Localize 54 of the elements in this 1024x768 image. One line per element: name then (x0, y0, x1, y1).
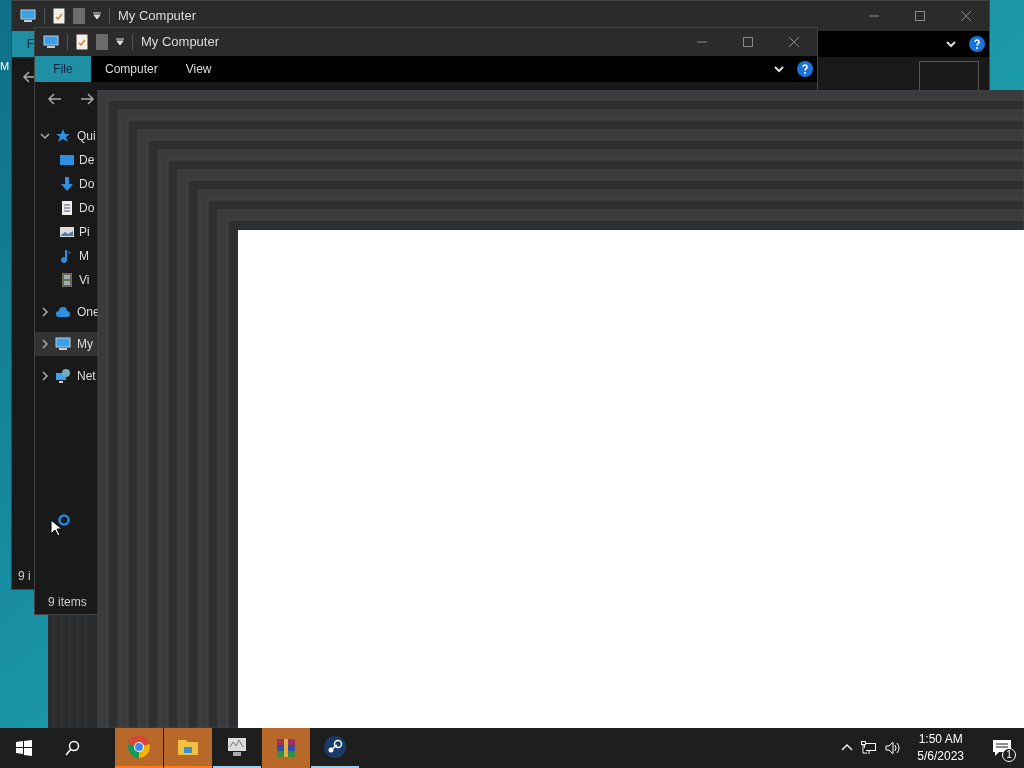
nav-item[interactable]: My (35, 332, 99, 356)
chevron-right-icon[interactable] (39, 338, 51, 350)
down-arrow-icon (59, 176, 75, 192)
back-arrow-icon[interactable] (47, 91, 63, 107)
help-icon[interactable] (969, 36, 985, 52)
ribbon-tab[interactable]: View (171, 56, 226, 82)
help-icon[interactable] (797, 61, 813, 77)
document-icon (59, 200, 75, 216)
checklist-icon[interactable] (76, 34, 88, 50)
nav-item[interactable]: Do (35, 196, 99, 220)
chevron-down-icon[interactable] (945, 38, 957, 50)
nav-item[interactable]: Vi (35, 268, 99, 292)
forward-arrow-icon[interactable] (79, 91, 95, 107)
windows-logo-icon[interactable] (16, 740, 32, 756)
chevron-down-icon[interactable] (39, 130, 51, 142)
speaker-icon[interactable] (885, 740, 902, 756)
window-title: My Computer (118, 7, 197, 26)
computer-icon (43, 34, 59, 50)
notification-count: 1 (1002, 748, 1016, 762)
chrome-icon (127, 735, 151, 759)
chevron-down-icon[interactable] (773, 63, 785, 75)
nav-item[interactable]: Do (35, 172, 99, 196)
checklist-icon[interactable] (53, 8, 65, 24)
chevron-right-icon[interactable] (39, 370, 51, 382)
steam-icon (323, 735, 347, 759)
computer-icon (20, 8, 36, 24)
status-text: 9 items (48, 594, 87, 611)
search-icon[interactable] (64, 740, 80, 756)
nav-item[interactable]: Pi (35, 220, 99, 244)
dropdown-icon[interactable] (116, 38, 124, 46)
network-icon[interactable] (861, 740, 878, 756)
nav-item[interactable]: Net (35, 364, 99, 388)
busy-cursor-icon (49, 514, 73, 538)
nav-item[interactable]: M (35, 244, 99, 268)
monitor-icon (225, 735, 249, 759)
nav-item[interactable]: De (35, 148, 99, 172)
desktop-icon-label: M (0, 59, 10, 74)
chevron-right-icon[interactable] (39, 306, 51, 318)
status-text: 9 i (18, 568, 31, 585)
ribbon-tab[interactable]: Computer (91, 56, 172, 82)
star-icon (55, 128, 71, 144)
monitor-icon (59, 152, 75, 168)
window-title: My Computer (141, 33, 220, 52)
dropdown-icon[interactable] (93, 12, 101, 20)
computer-icon (55, 336, 71, 352)
nav-item[interactable]: Qui (35, 124, 99, 148)
ribbon-tab[interactable]: File (35, 56, 91, 82)
network-icon (55, 368, 71, 384)
archive-icon (274, 736, 298, 760)
address-field[interactable] (919, 61, 979, 91)
clock[interactable]: 1:50 AM 5/6/2023 (909, 731, 972, 765)
cloud-icon (55, 304, 71, 320)
image-icon (59, 224, 75, 240)
film-icon (59, 272, 75, 288)
